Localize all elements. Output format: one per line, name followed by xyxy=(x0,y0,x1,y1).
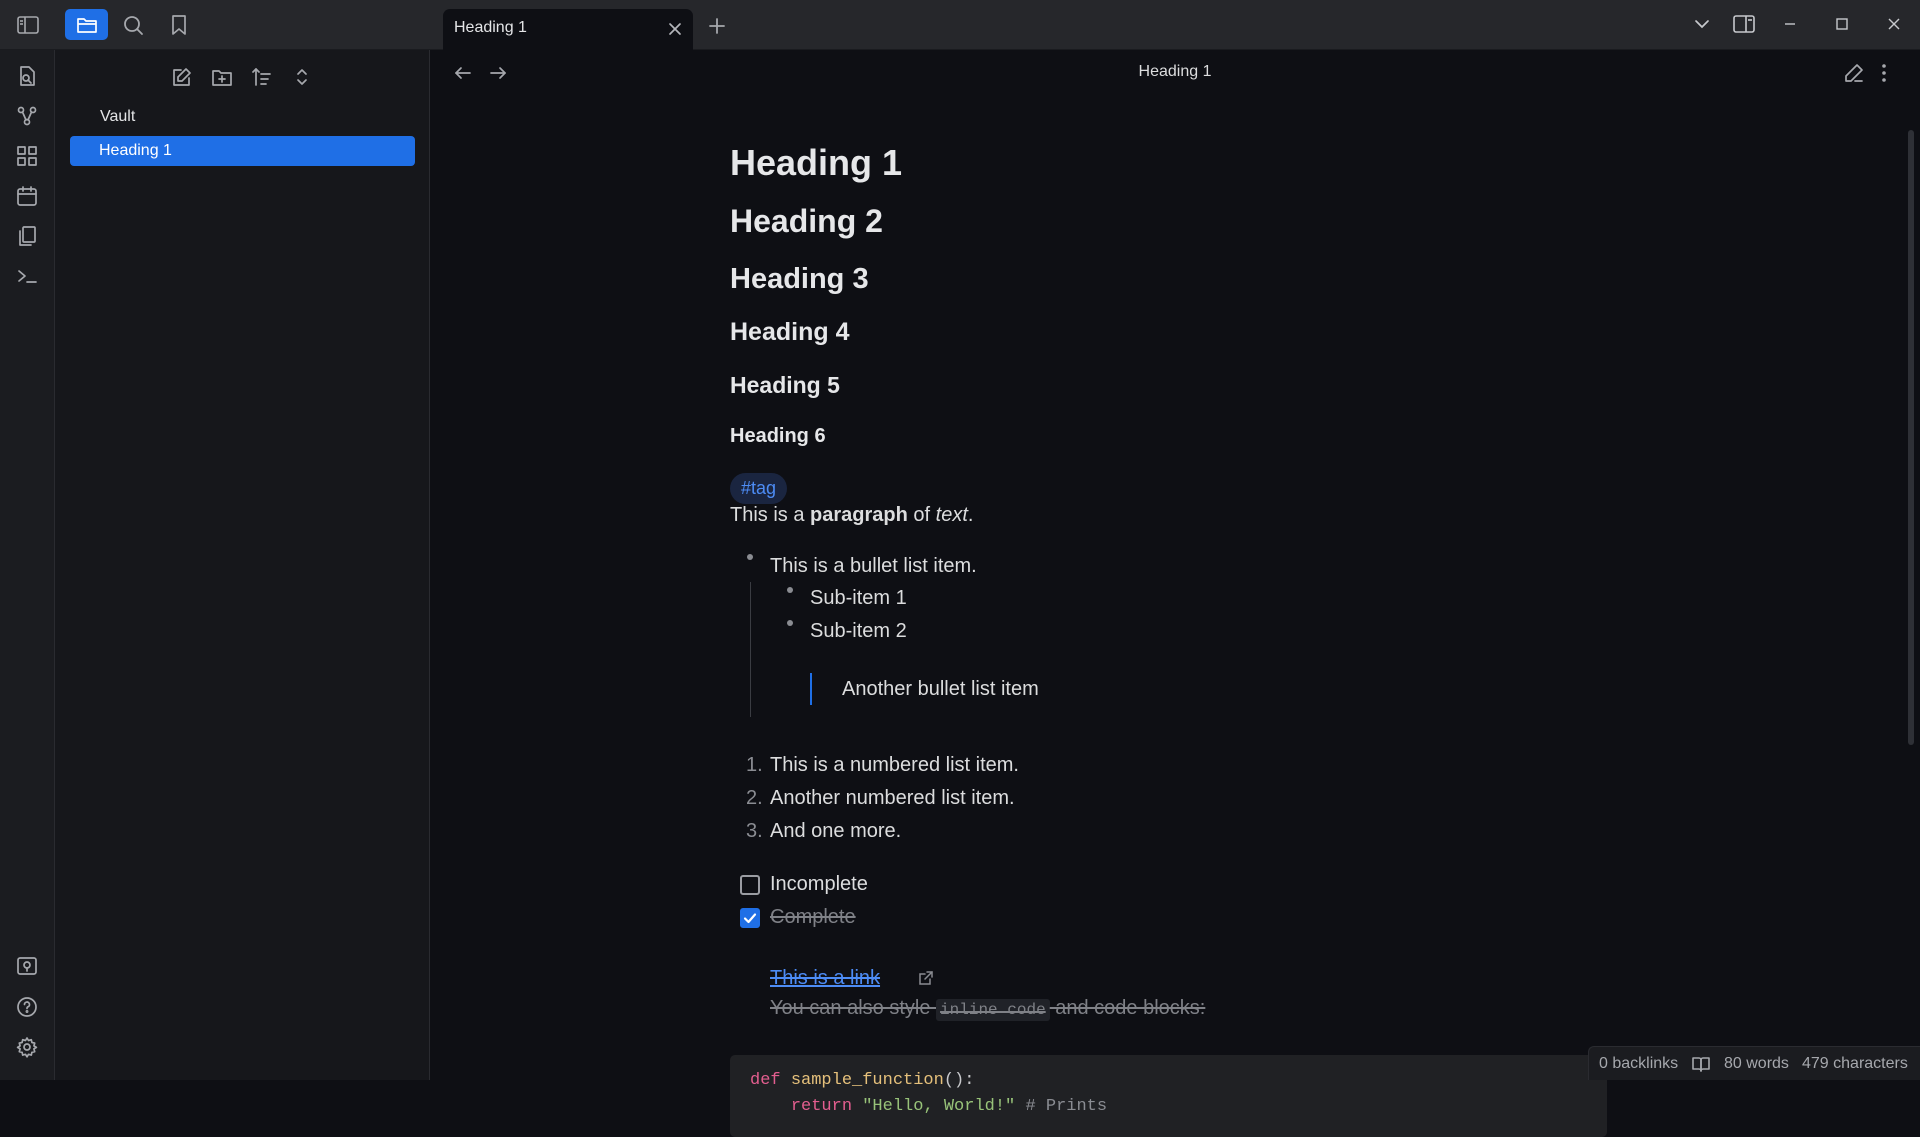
view-title[interactable]: Heading 1 xyxy=(430,63,1920,81)
heading-1: Heading 1 xyxy=(730,142,903,183)
editor-pane: Heading 1 Heading 1 Heading 2 Heading 3 … xyxy=(430,50,1920,1137)
book-open-icon[interactable] xyxy=(1691,1054,1711,1074)
canvas-icon[interactable] xyxy=(15,144,39,168)
code-keyword: def xyxy=(750,1071,781,1090)
help-icon[interactable] xyxy=(15,995,39,1019)
close-icon[interactable] xyxy=(667,21,683,37)
task-checkbox-unchecked[interactable] xyxy=(740,875,760,895)
file-item-label: Heading 1 xyxy=(99,142,172,159)
code-sentence-text: You can also style xyxy=(770,997,937,1019)
list-number: 3. xyxy=(746,820,763,842)
open-quick-switcher-icon[interactable] xyxy=(15,64,39,88)
folder-icon[interactable] xyxy=(65,9,108,40)
minimize-icon[interactable] xyxy=(1780,12,1800,36)
paragraph-italic: text xyxy=(935,504,968,526)
code-sentence-text: and code blocks: xyxy=(1049,997,1206,1019)
tag-pill[interactable]: #tag xyxy=(730,473,788,504)
list-item: Sub-item 2 xyxy=(810,620,907,642)
paragraph-bold: paragraph xyxy=(810,504,908,526)
task-checkbox-checked[interactable] xyxy=(740,908,760,928)
list-item: Sub-item 1 xyxy=(810,587,907,609)
word-count: 80 words xyxy=(1724,1055,1789,1072)
graph-view-icon[interactable] xyxy=(15,104,39,128)
paragraph: This is a paragraph of text. xyxy=(730,504,973,527)
vault-name[interactable]: Vault xyxy=(100,108,135,126)
code-line-2: return "Hello, World!" # Prints xyxy=(750,1097,1107,1116)
maximize-icon[interactable] xyxy=(1832,12,1852,36)
plus-icon[interactable] xyxy=(699,11,735,41)
task-label: Complete xyxy=(770,906,856,928)
blockquote-bar xyxy=(810,673,812,705)
split-view-icon[interactable] xyxy=(1732,12,1756,36)
list-number: 1. xyxy=(746,754,763,776)
list-item: And one more. xyxy=(770,820,902,842)
more-options-icon[interactable] xyxy=(1879,62,1889,84)
backlinks-count[interactable]: 0 backlinks xyxy=(1599,1055,1678,1073)
heading-5: Heading 5 xyxy=(730,372,840,398)
code-string: "Hello, World!" xyxy=(862,1097,1016,1116)
new-folder-icon[interactable] xyxy=(210,65,234,89)
list-item: Another numbered list item. xyxy=(770,787,1015,809)
code-line-1: def sample_function(): xyxy=(750,1071,974,1090)
window-close-icon[interactable] xyxy=(1884,12,1904,36)
external-link[interactable]: This is a link xyxy=(770,967,880,990)
code-block: def sample_function(): return "Hello, Wo… xyxy=(730,1055,1607,1137)
sort-icon[interactable] xyxy=(250,65,274,89)
heading-4: Heading 4 xyxy=(730,318,850,346)
bullet-marker xyxy=(787,587,793,593)
code-comment: # Prints xyxy=(1025,1097,1108,1116)
heading-2: Heading 2 xyxy=(730,203,883,239)
paragraph-text: This is a xyxy=(730,504,811,526)
file-explorer: Vault Heading 1 xyxy=(55,50,430,1080)
search-icon[interactable] xyxy=(115,10,151,40)
bullet-marker xyxy=(787,620,793,626)
blockquote-text: Another bullet list item xyxy=(842,678,1039,700)
file-item-heading-1[interactable]: Heading 1 xyxy=(70,136,415,166)
inline-code: inline code xyxy=(936,999,1050,1021)
edit-pencil-icon[interactable] xyxy=(1843,62,1865,84)
heading-6: Heading 6 xyxy=(730,425,826,447)
list-item: This is a bullet list item. xyxy=(770,555,977,577)
new-note-icon[interactable] xyxy=(170,65,194,89)
collapse-all-icon[interactable] xyxy=(290,65,314,89)
heading-3: Heading 3 xyxy=(730,263,869,295)
tab-heading-1[interactable]: Heading 1 xyxy=(443,9,693,50)
character-count: 479 characters xyxy=(1802,1055,1908,1072)
task-label: Incomplete xyxy=(770,873,868,895)
command-palette-icon[interactable] xyxy=(15,264,39,288)
external-link-icon xyxy=(918,970,934,986)
status-bar: 0 backlinks 80 words 479 characters xyxy=(1588,1046,1920,1080)
list-number: 2. xyxy=(746,787,763,809)
paragraph-text: of xyxy=(907,504,936,526)
code-keyword: return xyxy=(790,1097,853,1116)
ribbon xyxy=(0,50,55,1080)
code-function: sample_function xyxy=(790,1071,944,1090)
title-bar: Heading 1 xyxy=(0,0,1920,50)
code-sentence: You can also style inline code and code … xyxy=(770,997,1206,1021)
sidebar-toggle-icon[interactable] xyxy=(10,10,46,40)
bookmark-icon[interactable] xyxy=(161,10,197,40)
indent-guide xyxy=(750,582,751,717)
settings-icon[interactable] xyxy=(15,1035,39,1059)
daily-note-icon[interactable] xyxy=(15,184,39,208)
tab-title: Heading 1 xyxy=(454,19,527,36)
vault-switcher-icon[interactable] xyxy=(15,955,39,979)
scrollbar[interactable] xyxy=(1908,130,1914,745)
bullet-marker xyxy=(747,554,753,560)
list-item: This is a numbered list item. xyxy=(770,754,1019,776)
code-punctuation: (): xyxy=(943,1071,975,1090)
templates-icon[interactable] xyxy=(15,224,39,248)
chevron-down-icon[interactable] xyxy=(1692,12,1712,36)
paragraph-text: . xyxy=(967,504,974,526)
